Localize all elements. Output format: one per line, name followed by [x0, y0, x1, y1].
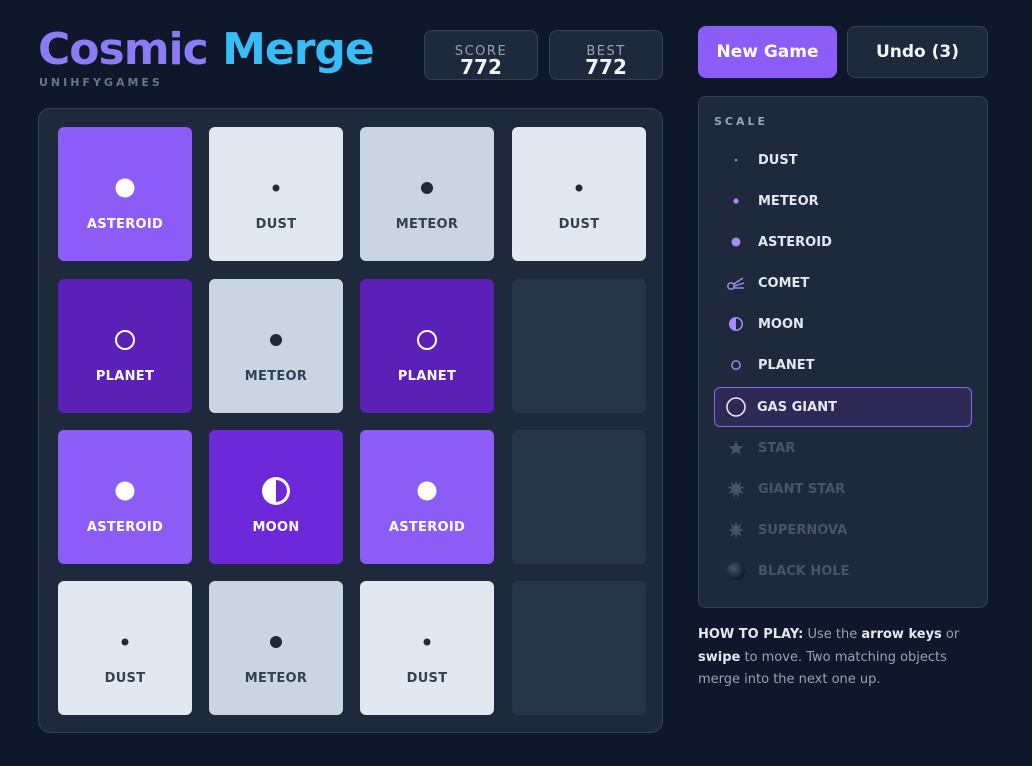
- tile-label: METEOR: [244, 369, 308, 384]
- scale-item-label: METEOR: [758, 193, 819, 209]
- scale-item-supernova: SUPERNOVA: [714, 510, 972, 550]
- tile-planet: PLANET: [58, 279, 192, 413]
- scale-item-label: GIANT STAR: [758, 481, 846, 497]
- tile-dust: DUST: [58, 581, 192, 715]
- ring-icon: [714, 359, 758, 371]
- meteor-icon: [269, 327, 283, 353]
- scale-panel: SCALE DUST METEOR ASTEROID COMET MOON PL…: [698, 96, 988, 608]
- how-to-play-text: Use the: [803, 627, 862, 642]
- scale-item-black-hole: BLACK HOLE: [714, 551, 972, 591]
- tile-label: METEOR: [395, 217, 459, 232]
- dust-icon: [423, 629, 431, 655]
- best-score-box: BEST 772: [549, 30, 663, 80]
- tile-dust: DUST: [209, 127, 343, 261]
- scale-item-label: ASTEROID: [758, 234, 832, 250]
- scale-item-label: STAR: [758, 440, 796, 456]
- planet-icon: [114, 327, 136, 353]
- board-cell: [512, 279, 646, 413]
- scale-item-label: SUPERNOVA: [758, 522, 848, 538]
- board-cell: [512, 581, 646, 715]
- scale-item-planet: PLANET: [714, 345, 972, 385]
- board-cell: [512, 430, 646, 564]
- dust-icon: [575, 175, 583, 201]
- scale-item-asteroid: ASTEROID: [714, 222, 972, 262]
- title-word-merge: Merge: [222, 24, 375, 75]
- title-word-cosmic: Cosmic: [38, 24, 209, 75]
- how-to-play: HOW TO PLAY: Use the arrow keys or swipe…: [698, 624, 988, 692]
- publisher-label: UNIHFYGAMES: [39, 76, 163, 89]
- large-ring-icon: [715, 396, 757, 418]
- game-title: Cosmic Merge: [38, 24, 375, 76]
- tile-label: ASTEROID: [86, 520, 164, 535]
- scale-item-label: COMET: [758, 275, 810, 291]
- dust-icon: [272, 175, 280, 201]
- tile-asteroid: ASTEROID: [58, 430, 192, 564]
- planet-icon: [416, 327, 438, 353]
- scale-item-label: PLANET: [758, 357, 815, 373]
- tile-label: DUST: [558, 217, 600, 232]
- how-to-play-arrow-keys: arrow keys: [861, 627, 942, 642]
- tile-label: DUST: [104, 671, 146, 686]
- tile-label: MOON: [252, 520, 300, 535]
- tile-label: ASTEROID: [388, 520, 466, 535]
- burst-icon: [714, 480, 758, 498]
- meteor-icon: [269, 629, 283, 655]
- how-to-play-text: or: [941, 627, 960, 642]
- scale-item-gas-giant: GAS GIANT: [714, 387, 972, 427]
- tiny-dot-icon: [714, 157, 758, 163]
- black-hole-icon: [714, 561, 758, 581]
- asteroid-icon: [115, 175, 135, 201]
- scale-item-star: STAR: [714, 428, 972, 468]
- scale-item-moon: MOON: [714, 304, 972, 344]
- tile-label: METEOR: [244, 671, 308, 686]
- moon-icon: [260, 477, 292, 505]
- scale-item-label: GAS GIANT: [757, 399, 837, 415]
- game-board[interactable]: ASTEROID DUST METEOR DUST PLANET METEOR …: [38, 108, 663, 733]
- tile-label: PLANET: [95, 369, 155, 384]
- scale-item-label: BLACK HOLE: [758, 563, 850, 579]
- tile-meteor: METEOR: [209, 279, 343, 413]
- tile-dust: DUST: [512, 127, 646, 261]
- scale-item-meteor: METEOR: [714, 181, 972, 221]
- scale-item-label: DUST: [758, 152, 798, 168]
- star-icon: [714, 440, 758, 456]
- small-dot-icon: [714, 197, 758, 205]
- game-app: Cosmic Merge UNIHFYGAMES SCORE 772 BEST …: [0, 0, 1032, 766]
- scale-item-dust: DUST: [714, 140, 972, 180]
- tile-meteor: METEOR: [209, 581, 343, 715]
- best-value: 772: [585, 55, 627, 79]
- tile-dust: DUST: [360, 581, 494, 715]
- score-box: SCORE 772: [424, 30, 538, 80]
- comet-icon: [714, 275, 758, 291]
- score-value: 772: [460, 55, 502, 79]
- tile-meteor: METEOR: [360, 127, 494, 261]
- tile-label: DUST: [255, 217, 297, 232]
- supernova-icon: [714, 521, 758, 539]
- dust-icon: [121, 629, 129, 655]
- tile-label: PLANET: [397, 369, 457, 384]
- new-game-button[interactable]: New Game: [698, 26, 837, 78]
- asteroid-icon: [115, 478, 135, 504]
- how-to-play-swipe: swipe: [698, 649, 741, 665]
- scale-item-comet: COMET: [714, 263, 972, 303]
- tile-asteroid: ASTEROID: [58, 127, 192, 261]
- tile-planet: PLANET: [360, 279, 494, 413]
- tile-label: DUST: [406, 671, 448, 686]
- tile-moon: MOON: [209, 430, 343, 564]
- dot-icon: [714, 236, 758, 248]
- undo-button[interactable]: Undo (3): [847, 26, 988, 78]
- asteroid-icon: [417, 478, 437, 504]
- tile-label: ASTEROID: [86, 217, 164, 232]
- scale-item-label: MOON: [758, 316, 804, 332]
- scale-title: SCALE: [714, 115, 769, 128]
- tile-asteroid: ASTEROID: [360, 430, 494, 564]
- meteor-icon: [420, 175, 434, 201]
- how-to-play-heading: HOW TO PLAY:: [698, 627, 804, 642]
- scale-item-giant-star: GIANT STAR: [714, 469, 972, 509]
- half-moon-icon: [714, 316, 758, 332]
